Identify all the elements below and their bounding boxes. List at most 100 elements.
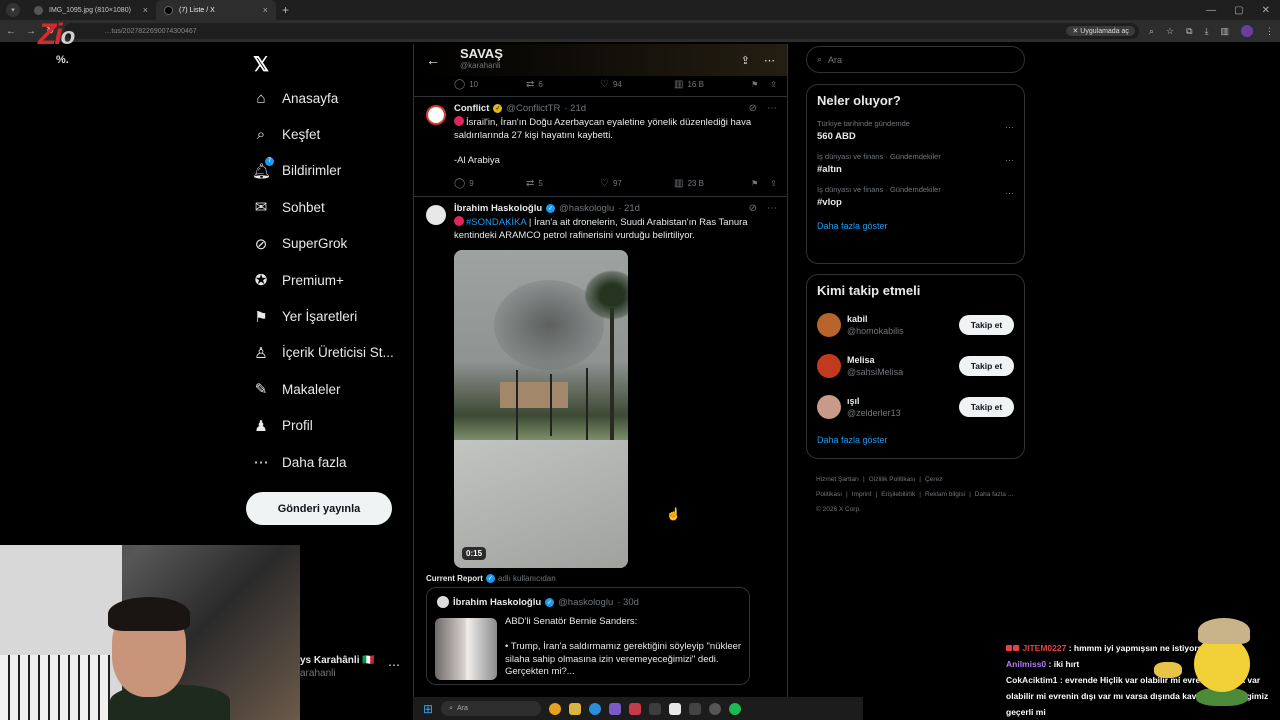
suggestion-name[interactable]: kabil bbox=[847, 313, 904, 325]
spotify-app-icon[interactable] bbox=[729, 702, 742, 715]
browser-tab-2[interactable]: (7) Liste / X × bbox=[156, 0, 276, 20]
back-arrow-icon[interactable]: ← bbox=[426, 52, 440, 68]
follow-suggestion[interactable]: Melisa @sahsiMelisa Takip et bbox=[807, 345, 1024, 386]
like-button[interactable]: ♡ 94 bbox=[600, 79, 674, 90]
minimize-icon[interactable]: — bbox=[1206, 5, 1216, 16]
more-icon[interactable]: ⋯ bbox=[764, 54, 775, 67]
extensions-icon[interactable]: ⧉ bbox=[1186, 26, 1192, 37]
sidebar-item-mail[interactable]: ✉ Sohbet bbox=[252, 189, 412, 225]
bookmark-icon[interactable]: ⚑ bbox=[751, 179, 758, 188]
reply-button[interactable]: ◯ 9 bbox=[454, 178, 526, 189]
follow-show-more[interactable]: Daha fazla göster bbox=[807, 427, 1024, 455]
follow-button[interactable]: Takip et bbox=[959, 396, 1014, 417]
footer-link[interactable]: Gizlilik Politikası bbox=[869, 476, 916, 483]
star-icon[interactable]: ☆ bbox=[1166, 26, 1174, 37]
footer-link[interactable]: Reklam bilgisi bbox=[925, 491, 965, 498]
avatar[interactable] bbox=[426, 205, 446, 225]
footer-link[interactable]: Erişilebilirlik bbox=[881, 491, 915, 498]
follow-suggestion[interactable]: ışıl @zelderler13 Takip et bbox=[807, 386, 1024, 427]
footer-link[interactable]: Daha fazla ... bbox=[975, 491, 1013, 498]
browser-app-icon[interactable] bbox=[549, 702, 562, 715]
footer-link[interactable]: Imprint bbox=[852, 491, 872, 498]
close-icon[interactable]: × bbox=[263, 5, 268, 15]
back-icon[interactable]: ← bbox=[6, 26, 16, 37]
download-icon[interactable]: ⤓ bbox=[1205, 26, 1209, 37]
like-button[interactable]: ♡ 97 bbox=[600, 178, 674, 189]
follow-button[interactable]: Takip et bbox=[959, 355, 1014, 376]
tweet[interactable]: İbrahim Haskoloğlu ✓ @haskologlu · 21d ⊘… bbox=[414, 197, 787, 685]
app-icon[interactable] bbox=[669, 702, 682, 715]
hashtag-link[interactable]: #SONDAKİKA bbox=[466, 217, 526, 228]
bookmark-icon[interactable]: ⚑ bbox=[751, 80, 758, 89]
repost-button[interactable]: ⇄ 6 bbox=[526, 79, 600, 90]
forward-icon[interactable]: → bbox=[26, 26, 36, 37]
folder-app-icon[interactable] bbox=[569, 702, 582, 715]
follow-suggestion[interactable]: kabil @homokabilis Takip et bbox=[807, 304, 1024, 345]
trends-show-more[interactable]: Daha fazla göster bbox=[807, 213, 1024, 241]
tweet[interactable]: Conflict ✓ @ConflictTR · 21d ⊘ ⋯ İsrail'i… bbox=[414, 97, 787, 197]
zoom-icon[interactable]: ⌕ bbox=[1149, 26, 1154, 37]
tweet-video[interactable]: 0:15 bbox=[454, 250, 628, 568]
browser-tab-1[interactable]: IMG_1095.jpg (810×1080) × bbox=[26, 0, 156, 20]
avatar[interactable] bbox=[817, 394, 841, 419]
tweet-time[interactable]: · 21d bbox=[564, 103, 586, 114]
sidebar-item-search[interactable]: ⌕ Keşfet bbox=[252, 116, 412, 152]
more-icon[interactable]: ⋯ bbox=[1005, 188, 1014, 199]
reply-button[interactable]: ◯ 10 bbox=[454, 79, 526, 90]
edge-app-icon[interactable] bbox=[589, 702, 602, 715]
sidebar-item-articles[interactable]: ✎ Makaleler bbox=[252, 371, 412, 407]
tweet-time[interactable]: · 21d bbox=[618, 203, 640, 214]
quoted-tweet[interactable]: İbrahim Haskoloğlu ✓ @haskologlu · 30d A… bbox=[426, 587, 750, 685]
sidebar-item-bell[interactable]: 🔔︎ 7 Bildirimler bbox=[252, 153, 412, 189]
tab-search-button[interactable]: ▾ bbox=[6, 3, 20, 17]
close-window-icon[interactable]: ✕ bbox=[1262, 5, 1270, 16]
sidebar-item-verified[interactable]: ✪ Premium+ bbox=[252, 262, 412, 298]
account-switcher[interactable]: ys Karahânli 🇮🇹 arahanli bbox=[300, 655, 375, 679]
share-icon[interactable]: ⇪ bbox=[770, 80, 777, 89]
new-tab-icon[interactable]: + bbox=[282, 3, 289, 17]
app-icon[interactable] bbox=[649, 702, 662, 715]
grok-icon[interactable]: ⊘ bbox=[749, 103, 757, 114]
more-icon[interactable]: ⋯ bbox=[767, 103, 777, 114]
sidebar-item-more[interactable]: ⋯ Daha fazla bbox=[252, 444, 412, 480]
sidebar-item-profile[interactable]: ♟ Profil bbox=[252, 408, 412, 444]
trend-item[interactable]: İş dünyası ve finans · Gündemdekiler #alt… bbox=[807, 147, 1024, 180]
sidebar-item-creator[interactable]: ♙ İçerik Üreticisi St... bbox=[252, 335, 412, 371]
profile-avatar[interactable] bbox=[1241, 25, 1253, 37]
views-button[interactable]: ▥ 23 B bbox=[674, 178, 744, 189]
community-name[interactable]: Current Report bbox=[426, 574, 483, 583]
suggestion-name[interactable]: ışıl bbox=[847, 395, 901, 407]
trend-item[interactable]: İş dünyası ve finans · Gündemdekiler #vlo… bbox=[807, 180, 1024, 213]
close-icon[interactable]: × bbox=[143, 5, 148, 15]
app-icon[interactable] bbox=[689, 702, 702, 715]
sidebar-item-grok[interactable]: ⊘ SuperGrok bbox=[252, 226, 412, 262]
menu-icon[interactable]: ⋮ bbox=[1265, 26, 1274, 37]
share-icon[interactable]: ⇪ bbox=[741, 54, 750, 67]
maximize-icon[interactable]: ▢ bbox=[1234, 5, 1243, 16]
author-name[interactable]: Conflict bbox=[454, 103, 489, 114]
author-handle[interactable]: @ConflictTR bbox=[506, 103, 560, 114]
x-logo-icon[interactable]: 𝕏 bbox=[253, 52, 269, 77]
post-button[interactable]: Gönderi yayınla bbox=[246, 492, 392, 525]
open-in-app-chip[interactable]: ✕ Uygulamada aç bbox=[1066, 26, 1135, 36]
sidebar-item-bookmark[interactable]: ⚑ Yer İşaretleri bbox=[252, 298, 412, 334]
sidebar-icon[interactable]: ▥ bbox=[1220, 26, 1229, 37]
grok-icon[interactable]: ⊘ bbox=[749, 203, 757, 214]
taskbar-search[interactable]: ⌕ Ara bbox=[441, 701, 542, 716]
views-button[interactable]: ▥ 16 B bbox=[674, 79, 744, 90]
share-icon[interactable]: ⇪ bbox=[770, 179, 777, 188]
trend-item[interactable]: Türkiye tarihinde gündemde 560 ABD ⋯ bbox=[807, 114, 1024, 147]
author-name[interactable]: İbrahim Haskoloğlu bbox=[454, 203, 542, 214]
footer-link[interactable]: Hizmet Şartları bbox=[816, 476, 859, 483]
avatar[interactable] bbox=[817, 312, 841, 337]
follow-button[interactable]: Takip et bbox=[959, 314, 1014, 335]
app-icon[interactable] bbox=[629, 702, 642, 715]
windows-start-icon[interactable]: ⊞ bbox=[423, 702, 433, 716]
avatar[interactable] bbox=[817, 353, 841, 378]
account-more-icon[interactable]: ⋯ bbox=[388, 658, 400, 672]
repost-button[interactable]: ⇄ 5 bbox=[526, 178, 600, 189]
sidebar-item-home[interactable]: ⌂ Anasayfa bbox=[252, 80, 412, 116]
more-icon[interactable]: ⋯ bbox=[1005, 155, 1014, 166]
search-bar[interactable]: ⌕ Ara bbox=[806, 46, 1025, 73]
store-app-icon[interactable] bbox=[609, 702, 622, 715]
